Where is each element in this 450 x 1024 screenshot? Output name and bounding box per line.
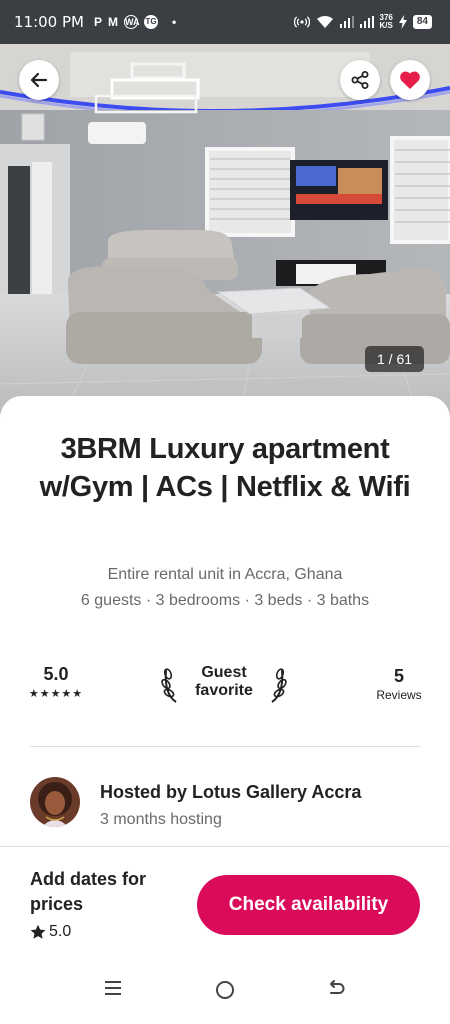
listing-details-sheet: 3BRM Luxury apartment w/Gym | ACs | Netf… (0, 396, 450, 846)
arrow-left-icon (30, 72, 48, 88)
rating-summary: 5.0 ★★★★★ (24, 664, 88, 700)
charging-icon (398, 15, 407, 29)
status-indicators: 376 K/S 84 (293, 13, 432, 30)
status-app-icons: P M WA TG • (94, 15, 176, 29)
heart-icon (400, 71, 420, 89)
photo-counter: 1 / 61 (365, 346, 425, 372)
host-name: Hosted by Lotus Gallery Accra (100, 782, 362, 802)
notification-app-icon: WA (124, 15, 140, 29)
host-avatar-image (30, 777, 80, 827)
booking-prompt[interactable]: Add dates for prices (30, 867, 190, 917)
system-navigation-bar (0, 958, 450, 1024)
laurel-right-icon (271, 668, 287, 703)
notification-app-icon: M (108, 15, 118, 29)
notification-app-icon: P (93, 15, 102, 29)
reviews-label: Reviews (376, 688, 422, 702)
booking-rating: 5.0 (30, 923, 71, 941)
divider (30, 746, 420, 747)
star-icon (30, 924, 46, 939)
listing-title: 3BRM Luxury apartment w/Gym | ACs | Netf… (39, 433, 411, 503)
notification-app-icon: TG (144, 15, 158, 29)
back-arrow-icon (330, 980, 345, 994)
home-button[interactable] (215, 980, 235, 1005)
battery-level: 84 (412, 15, 432, 29)
check-availability-button[interactable]: Check availability (197, 875, 420, 935)
hotspot-icon (293, 16, 310, 28)
rating-value: 5.0 (43, 664, 69, 684)
share-icon (351, 71, 369, 89)
wifi-icon (316, 15, 333, 28)
host-avatar[interactable] (30, 777, 80, 827)
menu-icon (105, 981, 121, 995)
booking-footer: Add dates for prices 5.0 Check availabil… (0, 846, 450, 958)
listing-photo-carousel[interactable]: 1 / 61 (0, 44, 450, 424)
rating-stars: ★★★★★ (28, 688, 84, 700)
share-button[interactable] (340, 60, 380, 100)
reviews-summary[interactable]: 5 Reviews (370, 666, 428, 702)
booking-rating-value: 5.0 (49, 923, 72, 940)
home-circle-icon (216, 981, 234, 999)
status-bar: 11:00 PM P M WA TG • 376 K/S 84 (0, 0, 450, 44)
favorite-button[interactable] (390, 60, 430, 100)
signal-icon (339, 16, 354, 28)
signal-icon (359, 16, 374, 28)
host-duration: 3 months hosting (100, 811, 222, 828)
reviews-count: 5 (393, 666, 404, 686)
back-button[interactable] (19, 60, 59, 100)
notification-dot: • (172, 15, 177, 29)
listing-subtitle: Entire rental unit in Accra, Ghana (107, 566, 343, 583)
laurel-left-icon (161, 668, 177, 703)
guest-favorite-badge: Guest favorite (160, 662, 288, 706)
system-back-button[interactable] (327, 980, 345, 1003)
network-speed: 376 K/S (379, 13, 393, 30)
recent-apps-button[interactable] (104, 980, 122, 1001)
status-time: 11:00 PM (14, 13, 84, 31)
listing-details: 6 guests · 3 bedrooms · 3 beds · 3 baths (80, 592, 370, 609)
guest-favorite-label: Guest favorite (195, 664, 253, 699)
